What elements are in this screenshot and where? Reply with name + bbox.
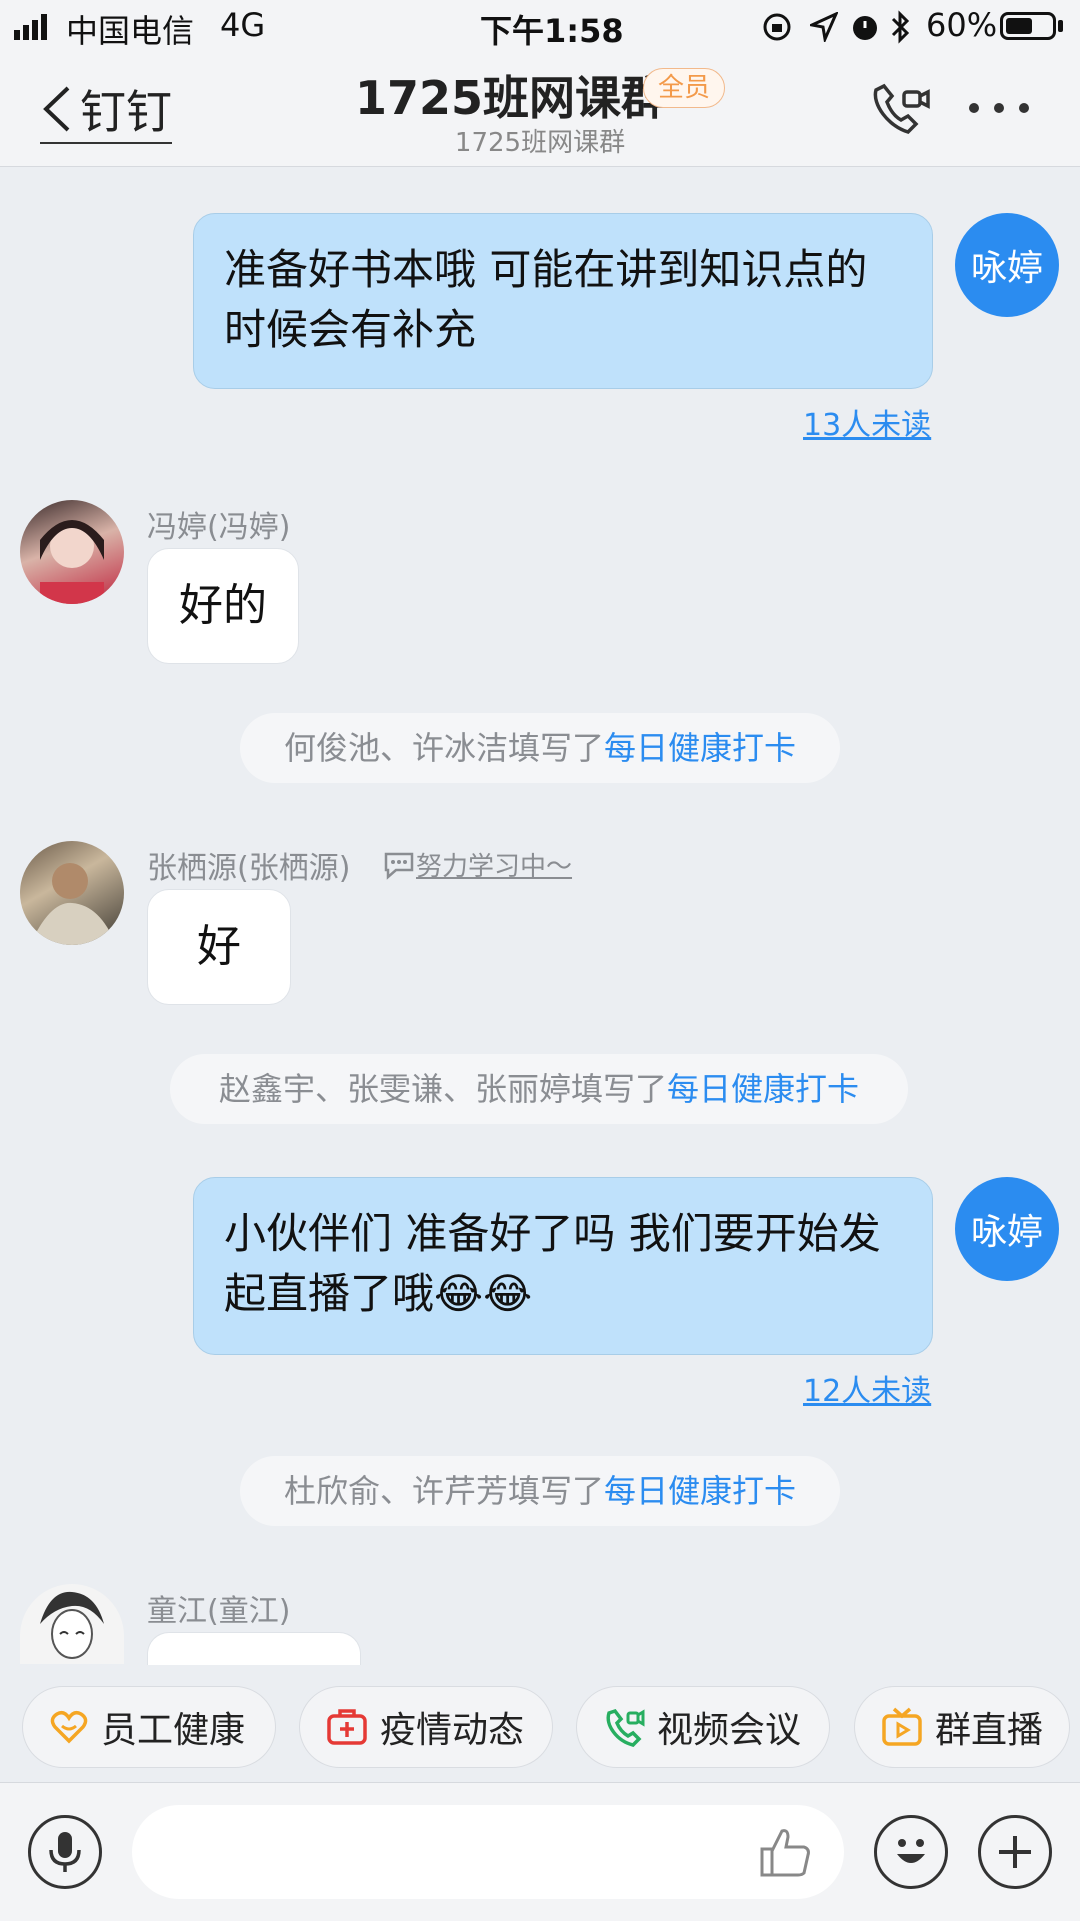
system-notice: 杜欣俞、许芹芳填写了每日健康打卡 (240, 1456, 840, 1526)
more-options-button[interactable] (966, 98, 1036, 118)
avatar[interactable] (20, 841, 124, 945)
message-bubble-outgoing[interactable]: 准备好书本哦 可能在讲到知识点的时候会有补充 (193, 213, 933, 389)
avatar[interactable]: 咏婷 (955, 213, 1059, 317)
avatar[interactable] (20, 500, 124, 604)
network-type: 4G (220, 6, 266, 44)
system-notice: 何俊池、许冰洁填写了每日健康打卡 (240, 713, 840, 783)
system-notice: 赵鑫宇、张雯谦、张丽婷填写了每日健康打卡 (170, 1054, 908, 1124)
status-bar: 中国电信 4G 下午1:58 60% (0, 0, 1080, 54)
plus-icon (999, 1836, 1031, 1868)
unread-count-link[interactable]: 12人未读 (803, 1366, 931, 1410)
heart-icon (50, 1710, 88, 1744)
sender-name: 张栖源(张栖源) (147, 851, 351, 886)
health-checkin-link[interactable]: 每日健康打卡 (604, 729, 796, 767)
avatar[interactable] (20, 1584, 124, 1664)
clock: 下午1:58 (480, 12, 624, 50)
battery-percent: 60% (926, 6, 998, 44)
avatar-photo-icon (40, 520, 104, 604)
tv-icon (882, 1707, 922, 1746)
avatar-drawing-icon (40, 1591, 104, 1659)
sender-name: 童江(童江) (147, 1594, 291, 1629)
thumbs-up-button[interactable] (758, 1825, 814, 1881)
microphone-icon (49, 1832, 81, 1872)
quick-action-label: 疫情动态 (380, 1710, 525, 1751)
employee-health-button[interactable]: 员工健康 (22, 1686, 276, 1768)
alarm-icon (853, 16, 877, 40)
all-members-badge: 全员 (643, 68, 726, 108)
message-bubble-incoming[interactable] (147, 1632, 361, 1665)
bluetooth-icon (891, 10, 910, 44)
epidemic-news-button[interactable]: 疫情动态 (299, 1686, 553, 1768)
unread-count-link[interactable]: 13人未读 (803, 400, 931, 444)
carrier: 中国电信 (66, 12, 195, 50)
avatar[interactable]: 咏婷 (955, 1177, 1059, 1281)
message-bubble-incoming[interactable]: 好的 (147, 548, 299, 664)
avatar-photo-icon (30, 863, 116, 945)
user-status-text: 努力学习中～ (416, 852, 573, 882)
sender-name: 冯婷(冯婷) (147, 510, 291, 545)
notice-text: 杜欣俞、许芹芳填写了 (283, 1472, 604, 1510)
video-meeting-button[interactable]: 视频会议 (576, 1686, 830, 1768)
more-icon (969, 103, 1029, 113)
speech-bubble-icon (384, 852, 414, 880)
thumbs-up-icon (760, 1829, 810, 1877)
health-checkin-link[interactable]: 每日健康打卡 (604, 1472, 796, 1510)
message-input[interactable] (132, 1805, 844, 1899)
voice-input-button[interactable] (28, 1815, 102, 1889)
user-status[interactable]: 努力学习中～ (382, 846, 572, 883)
quick-action-label: 群直播 (935, 1710, 1044, 1751)
quick-action-label: 视频会议 (657, 1710, 802, 1751)
group-title[interactable]: 1725班网课群 (355, 62, 667, 128)
quick-action-label: 员工健康 (101, 1710, 246, 1751)
chat-header: 钉钉 1725班网课群 全员 1725班网课群 (0, 54, 1080, 167)
rotation-lock-icon (763, 13, 791, 41)
input-bar (0, 1782, 1080, 1921)
signal-icon (14, 14, 47, 40)
notice-text: 赵鑫宇、张雯谦、张丽婷填写了 (218, 1070, 667, 1108)
smiley-icon (897, 1839, 925, 1863)
message-bubble-outgoing[interactable]: 小伙伴们 准备好了吗 我们要开始发起直播了哦😂😂 (193, 1177, 933, 1355)
message-bubble-incoming[interactable]: 好 (147, 889, 291, 1005)
quick-action-bar: 员工健康 疫情动态 视频会议 群直播 (0, 1672, 1080, 1782)
notice-text: 何俊池、许冰洁填写了 (283, 729, 604, 767)
video-call-button[interactable] (868, 80, 932, 140)
group-live-button[interactable]: 群直播 (854, 1686, 1070, 1768)
emoji-button[interactable] (874, 1815, 948, 1889)
health-checkin-link[interactable]: 每日健康打卡 (667, 1070, 859, 1108)
location-icon (810, 12, 838, 42)
medkit-icon (327, 1709, 367, 1745)
video-call-icon (606, 1708, 645, 1747)
battery-icon (1000, 12, 1056, 40)
more-actions-button[interactable] (978, 1815, 1052, 1889)
